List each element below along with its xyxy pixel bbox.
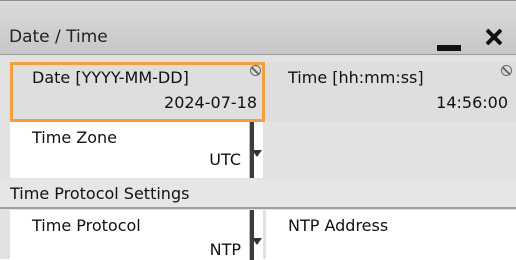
dropdown-handle — [250, 210, 254, 260]
date-label: Date [YYYY-MM-DD] — [32, 68, 189, 87]
dropdown-triangle — [252, 238, 262, 245]
date-value: 2024-07-18 — [164, 93, 257, 112]
minimize-icon — [437, 45, 461, 51]
ntp-address-field[interactable]: NTP Address — [266, 210, 516, 260]
time-value: 14:56:00 — [436, 93, 508, 112]
date-field[interactable]: Date [YYYY-MM-DD] 2024-07-18 — [10, 62, 265, 122]
ntp-address-label: NTP Address — [288, 216, 389, 235]
locked-icon — [501, 65, 512, 76]
time-label: Time [hh:mm:ss] — [288, 68, 424, 87]
time-zone-label: Time Zone — [32, 128, 117, 147]
section-header: Time Protocol Settings — [0, 179, 516, 209]
title-bar: Date / Time — [0, 1, 516, 55]
time-protocol-label: Time Protocol — [32, 216, 141, 235]
time-field[interactable]: Time [hh:mm:ss] 14:56:00 — [266, 62, 516, 122]
time-zone-value: UTC — [209, 150, 241, 169]
locked-icon — [250, 65, 261, 76]
dropdown-arrow-icon[interactable] — [249, 122, 263, 178]
dialog-title: Date / Time — [9, 27, 108, 47]
time-zone-dropdown[interactable]: Time Zone UTC — [10, 122, 263, 178]
time-protocol-dropdown[interactable]: Time Protocol NTP — [10, 210, 263, 260]
time-protocol-value: NTP — [209, 240, 241, 259]
close-icon[interactable] — [480, 23, 508, 51]
dropdown-triangle — [252, 150, 262, 157]
dropdown-arrow-icon[interactable] — [249, 210, 263, 260]
date-time-dialog: Date / Time Date [YYYY-MM-DD] 2024-07-18… — [0, 0, 516, 260]
minimize-button[interactable] — [432, 27, 466, 53]
